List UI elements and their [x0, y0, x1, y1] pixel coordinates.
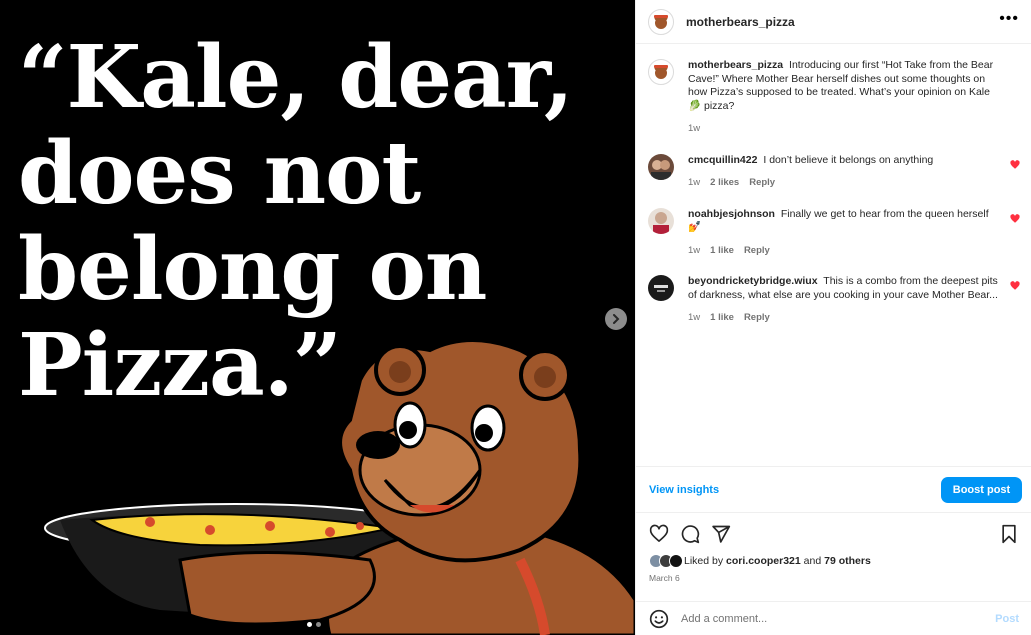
avatar[interactable]	[648, 207, 674, 234]
caption-username[interactable]: motherbears_pizza	[688, 59, 783, 71]
boost-post-button[interactable]: Boost post	[941, 476, 1022, 503]
carousel-dots	[307, 622, 321, 627]
quote-line: Pizza.”	[18, 315, 342, 416]
comment-username[interactable]: beyondricketybridge.wiux	[688, 275, 818, 287]
liker-avatars[interactable]	[649, 554, 683, 568]
bear-logo-icon	[654, 14, 668, 29]
post-comment-button[interactable]: Post	[995, 613, 1019, 625]
action-row	[649, 523, 1019, 545]
likes-summary: Liked by cori.cooper321 and 79 others	[649, 554, 1019, 568]
reply-button[interactable]: Reply	[744, 311, 770, 325]
comment-likes[interactable]: 1 like	[710, 311, 734, 325]
carousel-dot	[307, 622, 312, 627]
carousel-dot	[316, 622, 321, 627]
comments-list[interactable]: motherbears_pizza Introducing our first …	[636, 45, 1031, 466]
quote-line: does not	[18, 123, 421, 224]
view-insights-link[interactable]: View insights	[649, 484, 719, 496]
post-date[interactable]: March 6	[649, 573, 1019, 583]
bear-logo-icon	[654, 65, 668, 79]
quote-text: “Kale, dear, does not belong on Pizza.”	[18, 30, 618, 414]
comment-time[interactable]: 1w	[688, 311, 700, 325]
comment-likes[interactable]: 2 likes	[710, 176, 739, 190]
comment-item: noahbjesjohnson Finally we get to hear f…	[648, 207, 1020, 258]
comment-text: Finally we get to hear from the queen he…	[780, 207, 989, 220]
reply-button[interactable]: Reply	[744, 244, 770, 258]
post-media[interactable]: “Kale, dear, does not belong on Pizza.”	[0, 0, 635, 635]
heart-icon[interactable]	[1010, 159, 1020, 170]
reply-button[interactable]: Reply	[749, 176, 775, 190]
caption: motherbears_pizza Introducing our first …	[648, 59, 1020, 136]
carousel-next-button[interactable]	[605, 308, 627, 330]
post-sidebar: motherbears_pizza ••• motherbears_pizza …	[635, 0, 1031, 635]
comment-time[interactable]: 1w	[688, 244, 700, 258]
more-horizontal-icon[interactable]: •••	[999, 10, 1019, 30]
heart-icon[interactable]	[649, 524, 669, 544]
nail-polish-emoji: 💅	[688, 221, 702, 233]
share-icon[interactable]	[711, 524, 731, 544]
heart-icon[interactable]	[1010, 213, 1020, 224]
user-logo-icon	[654, 285, 668, 292]
comment-item: cmcquillin422 I don’t believe it belongs…	[648, 153, 1020, 190]
emoji-icon[interactable]	[649, 609, 669, 629]
comment-item: beyondricketybridge.wiux This is a combo…	[648, 275, 1020, 325]
avatar	[669, 554, 683, 568]
add-comment-bar: Post	[636, 601, 1031, 635]
liked-by-label: Liked by	[684, 555, 724, 567]
post-header: motherbears_pizza •••	[636, 0, 1031, 44]
liker-username[interactable]: cori.cooper321	[726, 555, 801, 567]
avatar[interactable]	[648, 153, 674, 180]
comment-input[interactable]	[681, 612, 996, 625]
comment-icon[interactable]	[680, 524, 700, 544]
comment-username[interactable]: noahbjesjohnson	[688, 208, 775, 220]
quote-line: belong on	[18, 219, 487, 320]
avatar[interactable]	[648, 59, 674, 85]
quote-line: “Kale, dear,	[18, 27, 574, 128]
liked-by-joiner: and	[803, 555, 822, 567]
chevron-right-icon	[613, 314, 620, 324]
likes-others-link[interactable]: 79 others	[824, 555, 871, 567]
post-actions: Liked by cori.cooper321 and 79 others Ma…	[636, 512, 1031, 583]
user-photo-icon	[651, 159, 671, 180]
comment-likes[interactable]: 1 like	[710, 244, 734, 258]
caption-text-end: pizza?	[704, 99, 735, 112]
avatar[interactable]	[648, 8, 674, 35]
heart-icon[interactable]	[1010, 281, 1020, 291]
user-photo-icon	[653, 211, 669, 234]
caption-time[interactable]: 1w	[688, 122, 700, 136]
comment-username[interactable]: cmcquillin422	[688, 154, 757, 166]
avatar[interactable]	[648, 275, 674, 301]
comment-time[interactable]: 1w	[688, 176, 700, 190]
kale-emoji: 🥬	[688, 99, 702, 112]
bookmark-icon[interactable]	[999, 524, 1019, 544]
header-username[interactable]: motherbears_pizza	[686, 15, 795, 29]
insights-bar: View insights Boost post	[636, 466, 1031, 512]
comment-text: I don’t believe it belongs on anything	[763, 153, 934, 166]
